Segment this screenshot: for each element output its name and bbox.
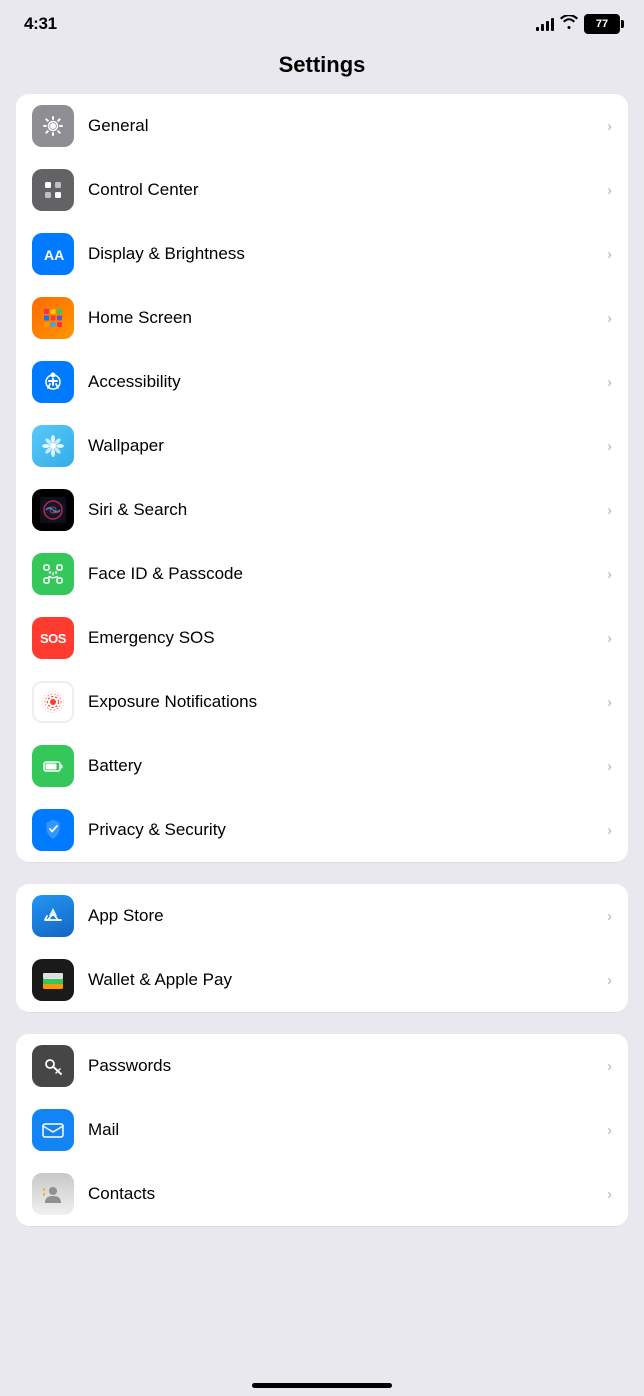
status-time: 4:31 bbox=[24, 14, 57, 34]
siri-label: Siri & Search bbox=[88, 500, 607, 520]
contacts-icon bbox=[32, 1173, 74, 1215]
contacts-chevron: › bbox=[607, 1186, 612, 1203]
display-icon: AA bbox=[32, 233, 74, 275]
exposure-icon bbox=[32, 681, 74, 723]
sos-label: Emergency SOS bbox=[88, 628, 607, 648]
accessibility-label: Accessibility bbox=[88, 372, 607, 392]
appstore-icon bbox=[32, 895, 74, 937]
appstore-chevron: › bbox=[607, 908, 612, 925]
settings-row-general[interactable]: General › bbox=[16, 94, 628, 158]
faceid-label: Face ID & Passcode bbox=[88, 564, 607, 584]
privacy-icon bbox=[32, 809, 74, 851]
battery-status-icon: 77 bbox=[584, 14, 620, 34]
contacts-label: Contacts bbox=[88, 1184, 607, 1204]
wallet-chevron: › bbox=[607, 972, 612, 989]
settings-row-privacy[interactable]: Privacy & Security › bbox=[16, 798, 628, 862]
mail-label: Mail bbox=[88, 1120, 607, 1140]
control-center-label: Control Center bbox=[88, 180, 607, 200]
settings-row-passwords[interactable]: Passwords › bbox=[16, 1034, 628, 1098]
control-center-icon bbox=[32, 169, 74, 211]
siri-chevron: › bbox=[607, 502, 612, 519]
control-center-chevron: › bbox=[607, 182, 612, 199]
settings-row-display[interactable]: AA Display & Brightness › bbox=[16, 222, 628, 286]
wallpaper-label: Wallpaper bbox=[88, 436, 607, 456]
settings-row-exposure[interactable]: Exposure Notifications › bbox=[16, 670, 628, 734]
settings-row-wallpaper[interactable]: Wallpaper › bbox=[16, 414, 628, 478]
settings-group-2: App Store › Wallet & Apple Pay › bbox=[16, 884, 628, 1012]
settings-row-mail[interactable]: Mail › bbox=[16, 1098, 628, 1162]
settings-row-wallet[interactable]: Wallet & Apple Pay › bbox=[16, 948, 628, 1012]
wallpaper-icon bbox=[32, 425, 74, 467]
settings-row-battery[interactable]: Battery › bbox=[16, 734, 628, 798]
settings-group-1: General › Control Center › AA Display & … bbox=[16, 94, 628, 862]
settings-row-contacts[interactable]: Contacts › bbox=[16, 1162, 628, 1226]
passwords-icon bbox=[32, 1045, 74, 1087]
svg-text:AA: AA bbox=[44, 247, 64, 263]
settings-group-3: Passwords › Mail › Contacts › bbox=[16, 1034, 628, 1226]
settings-row-accessibility[interactable]: Accessibility › bbox=[16, 350, 628, 414]
settings-row-control-center[interactable]: Control Center › bbox=[16, 158, 628, 222]
settings-row-siri[interactable]: Siri & Search › bbox=[16, 478, 628, 542]
battery-icon bbox=[32, 745, 74, 787]
siri-icon bbox=[32, 489, 74, 531]
passwords-label: Passwords bbox=[88, 1056, 607, 1076]
mail-chevron: › bbox=[607, 1122, 612, 1139]
sos-icon: SOS bbox=[32, 617, 74, 659]
signal-icon bbox=[536, 17, 554, 31]
settings-row-appstore[interactable]: App Store › bbox=[16, 884, 628, 948]
faceid-icon bbox=[32, 553, 74, 595]
exposure-chevron: › bbox=[607, 694, 612, 711]
sos-chevron: › bbox=[607, 630, 612, 647]
battery-chevron: › bbox=[607, 758, 612, 775]
home-bar bbox=[252, 1383, 392, 1388]
status-bar: 4:31 77 bbox=[0, 0, 644, 44]
home-screen-chevron: › bbox=[607, 310, 612, 327]
privacy-chevron: › bbox=[607, 822, 612, 839]
exposure-label: Exposure Notifications bbox=[88, 692, 607, 712]
settings-row-home-screen[interactable]: Home Screen › bbox=[16, 286, 628, 350]
general-chevron: › bbox=[607, 118, 612, 135]
home-screen-icon bbox=[32, 297, 74, 339]
wifi-icon bbox=[560, 15, 578, 33]
page-title: Settings bbox=[0, 44, 644, 94]
settings-row-sos[interactable]: SOS Emergency SOS › bbox=[16, 606, 628, 670]
privacy-label: Privacy & Security bbox=[88, 820, 607, 840]
faceid-chevron: › bbox=[607, 566, 612, 583]
general-icon bbox=[32, 105, 74, 147]
status-icons: 77 bbox=[536, 14, 620, 34]
home-screen-label: Home Screen bbox=[88, 308, 607, 328]
wallet-label: Wallet & Apple Pay bbox=[88, 970, 607, 990]
general-label: General bbox=[88, 116, 607, 136]
accessibility-chevron: › bbox=[607, 374, 612, 391]
accessibility-icon bbox=[32, 361, 74, 403]
wallpaper-chevron: › bbox=[607, 438, 612, 455]
passwords-chevron: › bbox=[607, 1058, 612, 1075]
display-chevron: › bbox=[607, 246, 612, 263]
appstore-label: App Store bbox=[88, 906, 607, 926]
settings-row-faceid[interactable]: Face ID & Passcode › bbox=[16, 542, 628, 606]
display-label: Display & Brightness bbox=[88, 244, 607, 264]
wallet-icon bbox=[32, 959, 74, 1001]
battery-label: Battery bbox=[88, 756, 607, 776]
mail-icon bbox=[32, 1109, 74, 1151]
